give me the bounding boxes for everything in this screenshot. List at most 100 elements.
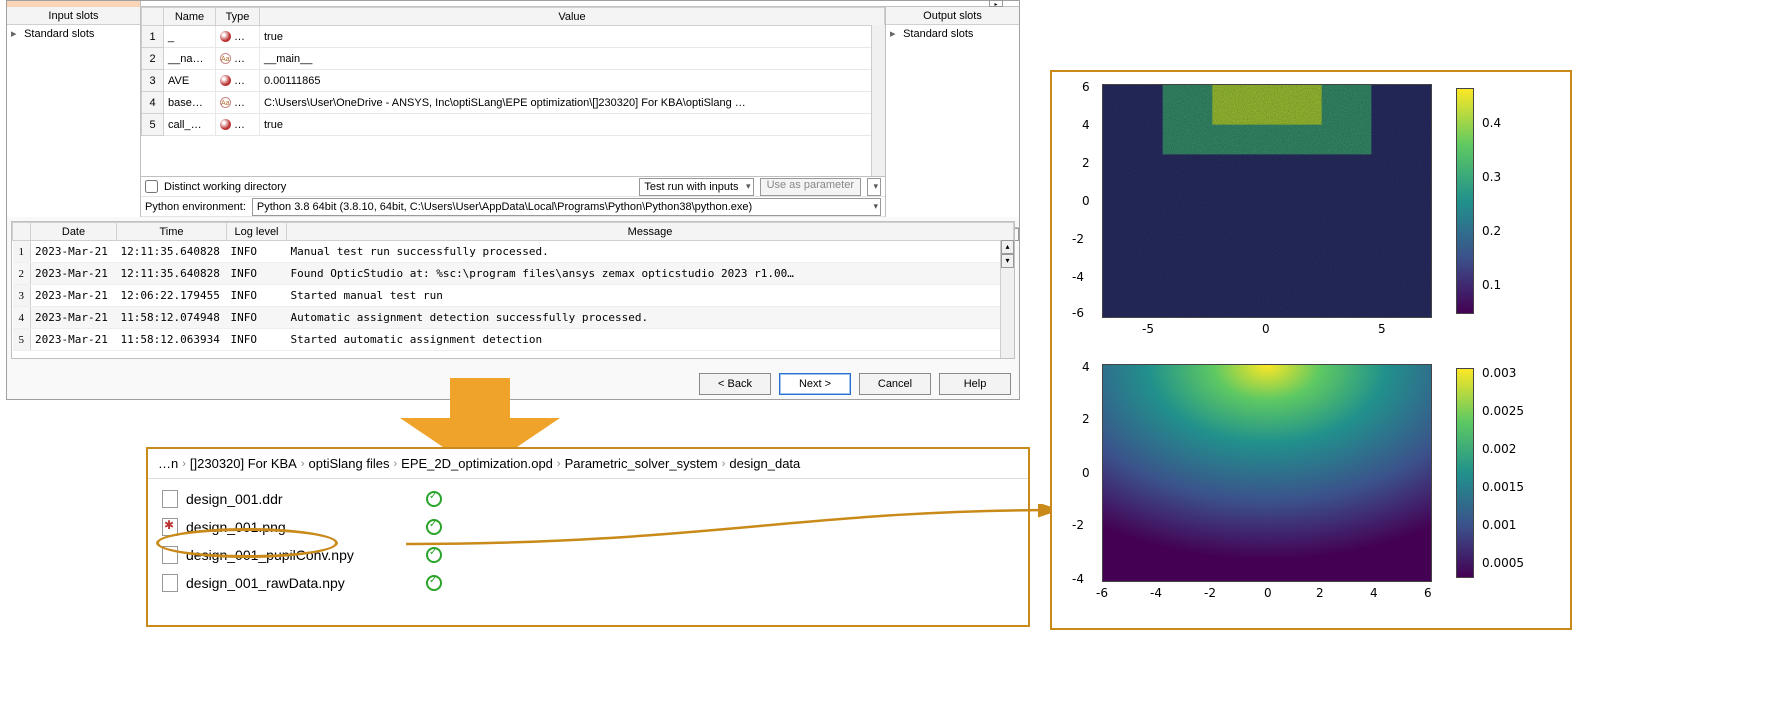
- crumb[interactable]: []230320] For KBA: [190, 456, 297, 471]
- str-icon: [220, 53, 231, 64]
- xtick: 2: [1316, 586, 1324, 600]
- crumb[interactable]: Parametric_solver_system: [565, 456, 718, 471]
- distinct-wd-checkbox[interactable]: [145, 180, 158, 193]
- cbar-tick: 0.001: [1482, 518, 1516, 532]
- log-row[interactable]: 4 2023-Mar-21 11:58:12.074948 INFO Autom…: [13, 307, 1014, 329]
- input-slots-panel: Input slots ▸ Standard slots: [7, 7, 141, 217]
- col-date[interactable]: Date: [31, 223, 117, 241]
- file-explorer: …n› []230320] For KBA› optiSlang files› …: [146, 447, 1030, 627]
- col-time[interactable]: Time: [117, 223, 227, 241]
- file-row[interactable]: design_001.png: [162, 513, 1014, 541]
- next-button[interactable]: Next >: [779, 373, 851, 395]
- chevron-right-icon: ›: [722, 458, 726, 470]
- file-row[interactable]: design_001_rawData.npy: [162, 569, 1014, 597]
- xtick: -5: [1142, 322, 1154, 336]
- colorbar: [1456, 88, 1474, 314]
- use-as-parameter-button[interactable]: Use as parameter: [760, 178, 861, 196]
- variables-footer: Distinct working directory Test run with…: [141, 176, 885, 217]
- cbar-tick: 0.002: [1482, 442, 1516, 456]
- log-row[interactable]: 3 2023-Mar-21 12:06:22.179455 INFO Start…: [13, 285, 1014, 307]
- xtick: 0: [1262, 322, 1270, 336]
- hscroll-arrow[interactable]: ▸: [989, 0, 1003, 7]
- var-row[interactable]: 1 _ … true: [142, 26, 885, 48]
- colorbar: [1456, 368, 1474, 578]
- use-as-parameter-menu[interactable]: [867, 178, 881, 196]
- variables-panel: Name Type Value 1 _ … true 2 _: [141, 7, 885, 217]
- xtick: 0: [1264, 586, 1272, 600]
- log-panel: Date Time Log level Message 1 2023-Mar-2…: [11, 221, 1015, 359]
- ytick: -4: [1072, 270, 1084, 284]
- expand-icon: ▸: [890, 27, 900, 40]
- file-name: design_001_pupilConv.npy: [186, 547, 354, 563]
- file-name: design_001.png: [186, 519, 286, 535]
- variables-vscroll[interactable]: [871, 25, 885, 176]
- file-icon: [162, 574, 178, 592]
- log-row[interactable]: 2 2023-Mar-21 12:11:35.640828 INFO Found…: [13, 263, 1014, 285]
- wizard-dialog: ▸ Input slots ▸ Standard slots Name Type…: [6, 0, 1020, 400]
- ytick: -4: [1072, 572, 1084, 586]
- file-row[interactable]: design_001.ddr: [162, 485, 1014, 513]
- cbar-tick: 0.3: [1482, 170, 1501, 184]
- crumb[interactable]: EPE_2D_optimization.opd: [401, 456, 553, 471]
- ytick: 0: [1082, 466, 1090, 480]
- standard-slots-label: Standard slots: [903, 28, 973, 40]
- col-msg[interactable]: Message: [287, 223, 1014, 241]
- expand-icon: ▸: [11, 27, 21, 40]
- bool-icon: [220, 119, 231, 130]
- cbar-tick: 0.0005: [1482, 556, 1524, 570]
- file-png-icon: [162, 518, 178, 536]
- chevron-right-icon: ›: [182, 458, 186, 470]
- col-type[interactable]: Type: [216, 8, 260, 26]
- file-name: design_001_rawData.npy: [186, 575, 345, 591]
- rownum: 1: [142, 26, 164, 48]
- log-row[interactable]: 1 2023-Mar-21 12:11:35.640828 INFO Manua…: [13, 241, 1014, 263]
- ytick: 4: [1082, 360, 1090, 374]
- wizard-footer: < Back Next > Cancel Help: [699, 373, 1011, 395]
- xtick: 5: [1378, 322, 1386, 336]
- input-standard-slots[interactable]: ▸ Standard slots: [7, 25, 140, 42]
- heatmap-top: 6 4 2 0 -2 -4 -6 -5 0 5 0.4 0.3 0.2 0.1: [1058, 78, 1564, 340]
- python-env-combo[interactable]: Python 3.8 64bit (3.8.10, 64bit, C:\User…: [252, 198, 881, 216]
- cbar-tick: 0.2: [1482, 224, 1501, 238]
- ytick: 4: [1082, 118, 1090, 132]
- variables-table: Name Type Value 1 _ … true 2 _: [141, 7, 885, 176]
- file-name: design_001.ddr: [186, 491, 283, 507]
- var-row[interactable]: 4 base… … C:\Users\User\OneDrive - ANSYS…: [142, 92, 885, 114]
- crumb[interactable]: optiSlang files: [309, 456, 390, 471]
- chevron-right-icon: ›: [393, 458, 397, 470]
- bool-icon: [220, 75, 231, 86]
- output-standard-slots[interactable]: ▸ Standard slots: [886, 25, 1019, 42]
- cbar-tick: 0.1: [1482, 278, 1501, 292]
- xtick: 6: [1424, 586, 1432, 600]
- col-name[interactable]: Name: [164, 8, 216, 26]
- heatmap-plot: [1102, 364, 1432, 582]
- crumb[interactable]: …n: [158, 456, 178, 471]
- col-value[interactable]: Value: [260, 8, 885, 26]
- str-icon: [220, 97, 231, 108]
- output-slots-header: Output slots: [886, 7, 1019, 25]
- chevron-right-icon: ›: [557, 458, 561, 470]
- var-type: …: [216, 26, 260, 48]
- xtick: -4: [1150, 586, 1162, 600]
- cbar-tick: 0.003: [1482, 366, 1516, 380]
- file-list: design_001.ddr design_001.png design_001…: [148, 479, 1028, 603]
- distinct-wd-label: Distinct working directory: [164, 181, 286, 193]
- cancel-button[interactable]: Cancel: [859, 373, 931, 395]
- help-button[interactable]: Help: [939, 373, 1011, 395]
- col-level[interactable]: Log level: [227, 223, 287, 241]
- xtick: -6: [1096, 586, 1108, 600]
- file-icon: [162, 546, 178, 564]
- cbar-tick: 0.4: [1482, 116, 1501, 130]
- var-row[interactable]: 5 call_… … true: [142, 114, 885, 136]
- test-run-combo[interactable]: Test run with inputs: [639, 178, 753, 196]
- charts-panel: 6 4 2 0 -2 -4 -6 -5 0 5 0.4 0.3 0.2 0.1: [1050, 70, 1572, 630]
- back-button[interactable]: < Back: [699, 373, 771, 395]
- crumb[interactable]: design_data: [729, 456, 800, 471]
- ytick: 0: [1082, 194, 1090, 208]
- var-row[interactable]: 2 __na… … __main__: [142, 48, 885, 70]
- file-row[interactable]: design_001_pupilConv.npy: [162, 541, 1014, 569]
- var-row[interactable]: 3 AVE … 0.00111865: [142, 70, 885, 92]
- log-vscroll[interactable]: ▴▾: [1000, 240, 1014, 358]
- log-row[interactable]: 5 2023-Mar-21 11:58:12.063934 INFO Start…: [13, 329, 1014, 351]
- ytick: -6: [1072, 306, 1084, 320]
